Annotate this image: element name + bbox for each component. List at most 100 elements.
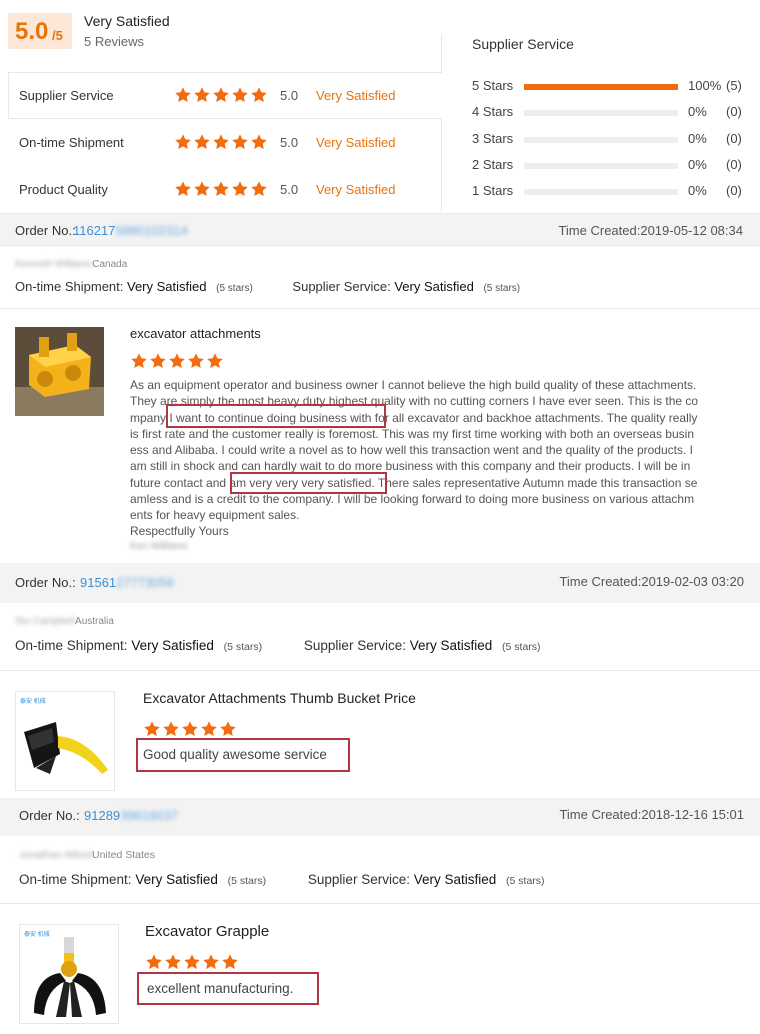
- review-body-line: As an equipment operator and business ow…: [130, 378, 697, 392]
- ontime-stars: (5 stars): [223, 641, 263, 653]
- rating-stars: [174, 86, 269, 104]
- star-icon: [206, 352, 224, 370]
- time-value: 2019-05-12 08:34: [640, 223, 743, 238]
- product-title[interactable]: Excavator Grapple: [145, 923, 269, 940]
- review-body-line: future contact and am very very very sat…: [130, 475, 698, 490]
- product-title[interactable]: excavator attachments: [130, 326, 261, 341]
- supplier-stars: (5 stars): [506, 875, 545, 887]
- review-body: Good quality awesome service: [143, 747, 327, 762]
- supplier-label: Supplier Service:: [292, 279, 391, 294]
- distribution-percent: 0%: [688, 156, 707, 172]
- supplier-stars: (5 stars): [502, 641, 541, 653]
- reviewer-name: Kenneth Williams: [15, 259, 93, 270]
- thumb-bucket-image-icon: [24, 722, 108, 774]
- order-number-hidden: 5880102314: [115, 223, 188, 238]
- rating-text: Very Satisfied: [316, 182, 396, 197]
- product-title[interactable]: Excavator Attachments Thumb Bucket Price: [143, 690, 416, 706]
- divider: [0, 670, 760, 671]
- review-stars: [145, 953, 240, 971]
- star-icon: [231, 133, 249, 151]
- star-icon: [174, 86, 192, 104]
- reviewer-name: Stu Campbell: [15, 616, 76, 627]
- rating-value: 5.0: [280, 88, 299, 103]
- reviewer-country: Canada: [92, 259, 128, 270]
- coupler-image-icon: [15, 327, 104, 416]
- reviewer-country: Australia: [75, 616, 114, 627]
- star-icon: [187, 352, 205, 370]
- product-image[interactable]: 泰安 机械: [15, 691, 115, 791]
- order-number-visible: 91561: [80, 575, 117, 590]
- star-icon: [250, 133, 268, 151]
- grapple-image-icon: [34, 937, 106, 1017]
- distribution-bar: [524, 189, 678, 196]
- distribution-row: 2 Stars 0% (0): [472, 157, 752, 173]
- ontime-label: On-time Shipment:: [15, 638, 128, 653]
- ontime-value: Very Satisfied: [135, 872, 218, 887]
- star-icon: [250, 180, 268, 198]
- distribution-label: 5 Stars: [472, 78, 514, 93]
- rating-stars: [174, 180, 269, 198]
- star-icon: [221, 953, 239, 971]
- star-icon: [143, 720, 161, 738]
- order-number-hidden: 27773056: [116, 575, 174, 590]
- order-number[interactable]: 9128939616037: [84, 808, 178, 823]
- time-created: Time Created:2019-02-03 03:20: [559, 574, 744, 589]
- review-closing: Respectfully Yours: [130, 524, 229, 538]
- distribution-bar: [524, 162, 678, 169]
- score-badge: 5.0 /5: [8, 13, 72, 49]
- order-number-visible: 91289: [84, 808, 121, 823]
- review-body-line: is first rate and the customer really is…: [130, 426, 694, 441]
- ontime-value: Very Satisfied: [131, 638, 214, 653]
- time-label: Time Created:: [559, 807, 642, 822]
- rating-label: On-time Shipment: [19, 135, 124, 150]
- star-icon: [250, 86, 268, 104]
- ontime-label: On-time Shipment:: [19, 872, 132, 887]
- star-icon: [200, 720, 218, 738]
- divider: [0, 903, 760, 904]
- distribution-title: Supplier Service: [472, 36, 574, 52]
- distribution-count: (5): [726, 78, 742, 93]
- star-icon: [193, 133, 211, 151]
- review-count: 5 Reviews: [84, 34, 144, 49]
- star-icon: [193, 180, 211, 198]
- distribution-bar-fill: [524, 84, 678, 90]
- distribution-list: 5 Stars 100% (5) 4 Stars 0% (0) 3 Stars 0% (0) 2 …: [472, 78, 752, 208]
- star-icon: [174, 180, 192, 198]
- divider: [0, 308, 760, 309]
- order-number[interactable]: 9156127773056: [80, 575, 174, 590]
- product-image[interactable]: [15, 327, 104, 416]
- review-stars: [130, 352, 225, 370]
- order-number[interactable]: 1162175880102314: [73, 223, 188, 238]
- star-icon: [183, 953, 201, 971]
- ratings-table-right-border: [441, 119, 442, 212]
- score-suffix: /5: [52, 28, 63, 43]
- order-header: Order No.: 9128939616037 Time Created:20…: [0, 798, 760, 836]
- star-icon: [212, 86, 230, 104]
- time-label: Time Created:: [558, 223, 641, 238]
- star-icon: [145, 953, 163, 971]
- rating-label: Supplier Service: [19, 88, 114, 103]
- star-icon: [162, 720, 180, 738]
- distribution-count: (0): [726, 130, 742, 146]
- distribution-row: 3 Stars 0% (0): [472, 131, 752, 147]
- star-icon: [202, 953, 220, 971]
- rating-row-supplier: Supplier Service 5.0 Very Satisfied: [8, 72, 442, 119]
- rating-value: 5.0: [280, 182, 299, 197]
- supplier-stars: (5 stars): [483, 283, 521, 294]
- supplier-label: Supplier Service:: [307, 872, 410, 887]
- order-label: Order No.:: [19, 808, 80, 823]
- time-label: Time Created:: [559, 574, 642, 589]
- distribution-percent: 100%: [688, 78, 722, 93]
- review-body: As an equipment operator and business ow…: [130, 377, 730, 524]
- time-value: 2019-02-03 03:20: [641, 574, 744, 589]
- star-icon: [231, 86, 249, 104]
- order-number-hidden: 39616037: [120, 808, 178, 823]
- highlight-box: [166, 404, 386, 428]
- reviewer-country: United States: [91, 849, 156, 861]
- star-icon: [168, 352, 186, 370]
- overall-satisfaction: Very Satisfied: [84, 13, 170, 29]
- brand-logo: 泰安 机械: [20, 699, 46, 705]
- review-body-line: amless and is a credit to the company. I…: [130, 492, 695, 507]
- product-image[interactable]: 泰安 机械: [19, 924, 119, 1024]
- rating-label: Product Quality: [19, 182, 108, 197]
